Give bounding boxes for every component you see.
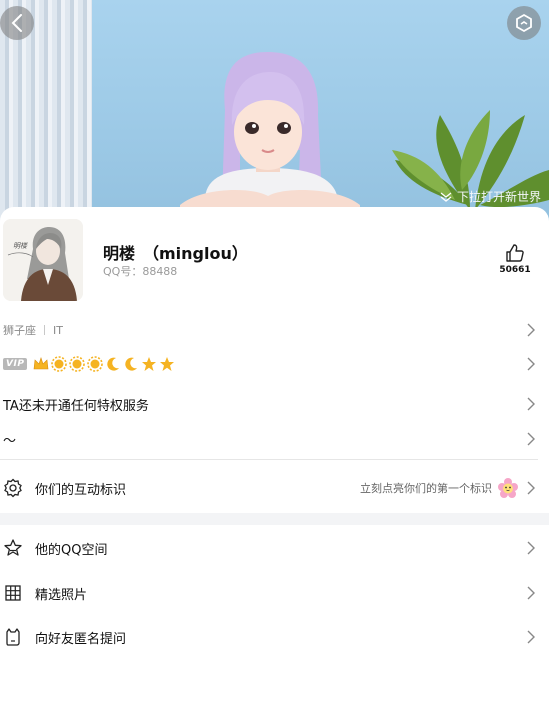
star-level-icon xyxy=(160,357,175,371)
back-arrow-icon xyxy=(11,14,22,32)
pull-down-hint-text: 下拉打开新世界 xyxy=(456,190,541,204)
menu-item-anonymous-question[interactable]: 向好友匿名提问 xyxy=(0,626,549,648)
menu-label: 向好友匿名提问 xyxy=(35,631,127,647)
chevron-right-icon xyxy=(527,481,535,495)
zodiac-tag: 狮子座 xyxy=(3,324,36,337)
chevron-right-icon xyxy=(527,323,535,337)
sun-level-icon xyxy=(69,356,86,372)
interaction-badge-row[interactable]: 你们的互动标识 立刻点亮你们的第一个标识 xyxy=(0,477,549,499)
moon-level-icon xyxy=(107,357,120,371)
section-gap xyxy=(0,513,549,525)
like-count: 50661 xyxy=(499,265,531,275)
privilege-row[interactable]: TA还未开通任何特权服务 xyxy=(0,393,549,415)
grid-icon xyxy=(5,585,21,601)
menu-item-photos[interactable]: 精选照片 xyxy=(0,582,549,604)
vip-badge: VIP xyxy=(3,358,28,370)
double-chevron-down-icon xyxy=(440,191,452,202)
moon-level-icon xyxy=(125,357,138,371)
vip-level-row[interactable]: VIP xyxy=(0,353,549,375)
interaction-label: 你们的互动标识 xyxy=(35,482,127,498)
cover-settings-button[interactable] xyxy=(507,6,541,40)
menu-item-qzone[interactable]: 他的QQ空间 xyxy=(0,537,549,559)
qq-number: QQ号：88488 xyxy=(103,265,178,278)
chevron-right-icon xyxy=(527,586,535,600)
hexagon-settings-icon xyxy=(516,13,532,33)
nickname: 明楼 （minglou） xyxy=(103,244,248,263)
section-divider xyxy=(0,459,538,460)
avatar-illustration xyxy=(3,219,83,301)
chevron-right-icon xyxy=(527,357,535,371)
profile-card: 明楼 明楼 （minglou） QQ号：88488 50661 狮子座 IT V… xyxy=(0,207,549,705)
privilege-text: TA还未开通任何特权服务 xyxy=(3,398,149,414)
chevron-right-icon xyxy=(527,397,535,411)
profile-tags-row[interactable]: 狮子座 IT xyxy=(0,320,549,340)
star-outline-icon xyxy=(4,539,22,556)
anonymous-question-icon xyxy=(6,628,20,646)
job-tag: IT xyxy=(53,323,63,337)
star-level-icon xyxy=(142,357,157,371)
interaction-hint: 立刻点亮你们的第一个标识 xyxy=(360,482,492,495)
chevron-right-icon xyxy=(527,432,535,446)
pull-down-hint: 下拉打开新世界 xyxy=(440,188,541,205)
like-button[interactable]: 50661 xyxy=(499,243,531,275)
tag-divider xyxy=(44,325,45,335)
avatar-caption: 明楼 xyxy=(13,242,27,250)
chevron-right-icon xyxy=(527,541,535,555)
menu-label: 他的QQ空间 xyxy=(35,542,108,558)
thumbs-up-icon xyxy=(506,244,524,262)
menu-label: 精选照片 xyxy=(35,587,88,603)
avatar[interactable]: 明楼 xyxy=(3,219,83,301)
signature-row[interactable]: ～ xyxy=(0,428,549,450)
flower-emoji-icon xyxy=(498,478,518,498)
crown-level-icon xyxy=(34,357,49,370)
back-button[interactable] xyxy=(0,6,34,40)
sun-level-icon xyxy=(87,356,104,372)
signature-text: ～ xyxy=(3,433,17,449)
gear-badge-icon xyxy=(4,478,22,498)
sun-level-icon xyxy=(51,356,68,372)
profile-cover[interactable]: 下拉打开新世界 xyxy=(0,0,549,225)
chevron-right-icon xyxy=(527,630,535,644)
